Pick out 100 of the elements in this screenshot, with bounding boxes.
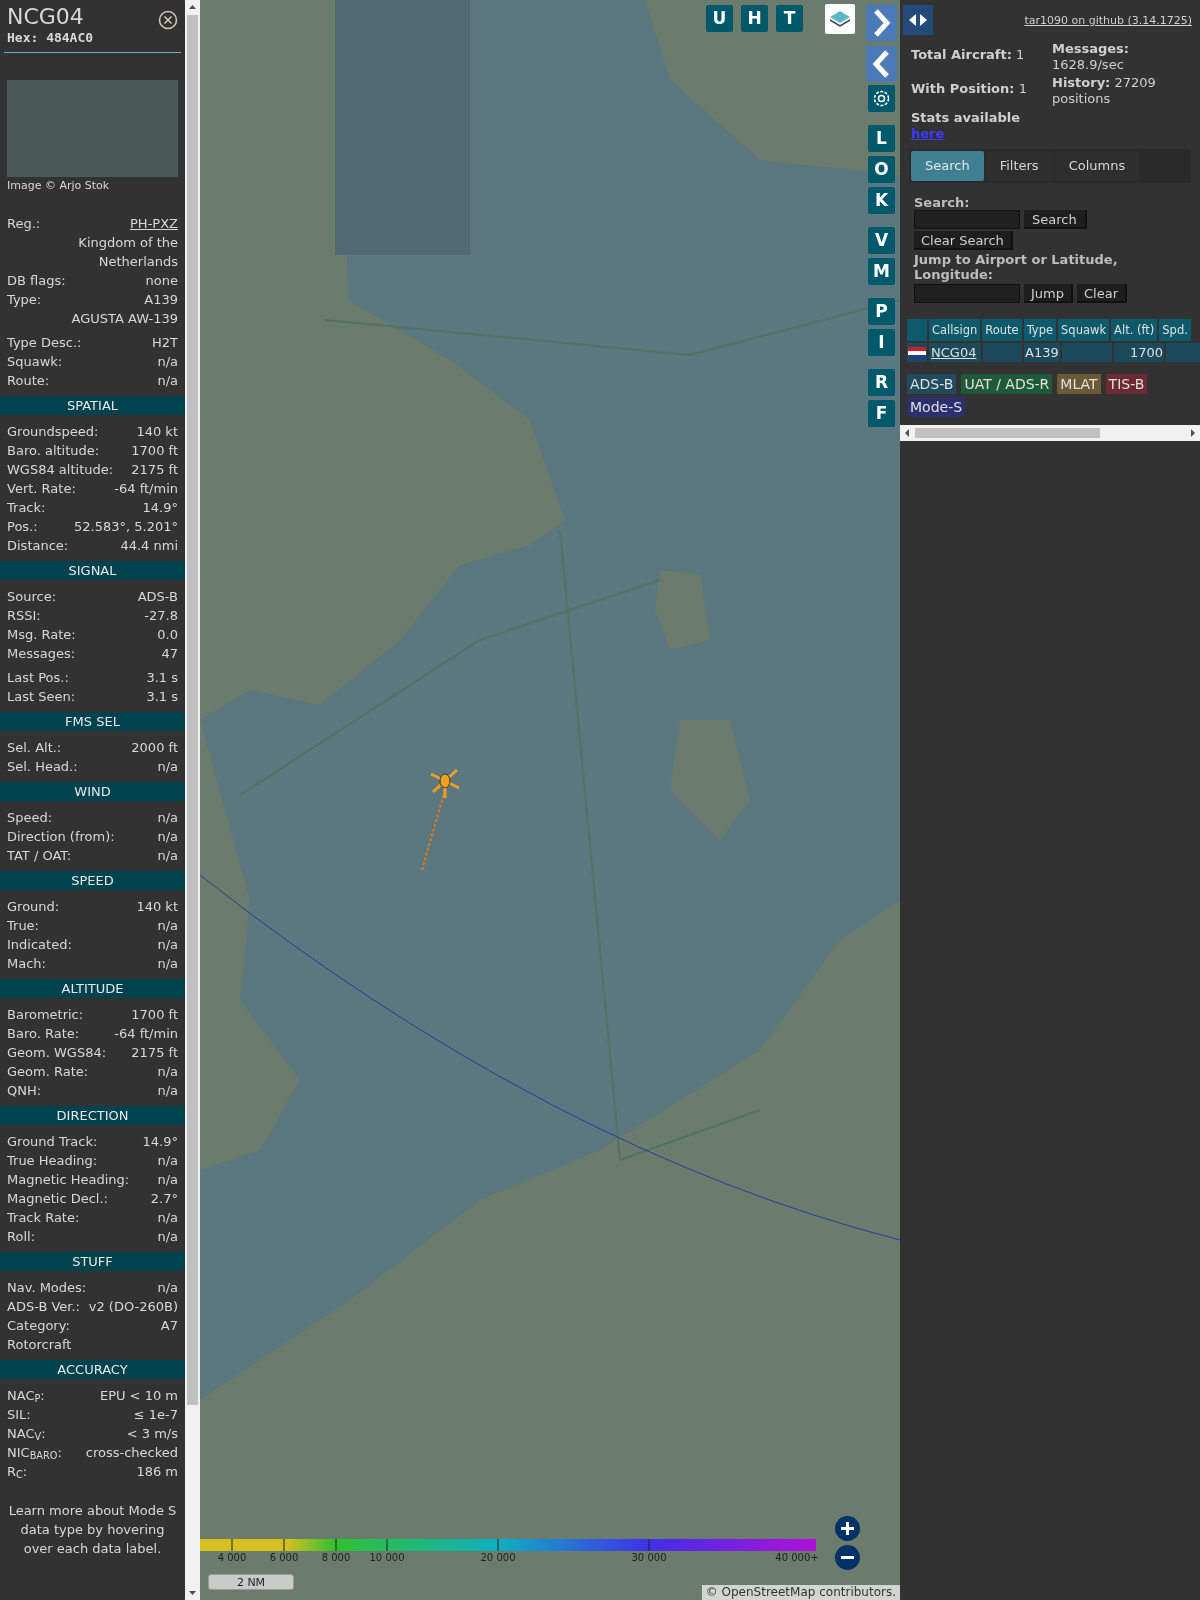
map-toggle-button[interactable]: V (868, 227, 895, 254)
map-toggle-button[interactable]: F (868, 400, 895, 427)
scrollbar[interactable] (185, 0, 200, 1600)
tab[interactable]: Search (911, 151, 984, 181)
callsign-link[interactable]: NCG04 (929, 343, 981, 362)
horizontal-scrollbar[interactable] (900, 425, 1200, 441)
panel-toggle-icon[interactable] (903, 5, 933, 35)
flag-icon (908, 346, 926, 359)
column-header[interactable]: Callsign (929, 319, 981, 341)
chevron-right-icon[interactable] (866, 5, 897, 41)
field-value: 47 (161, 645, 178, 663)
layers-icon[interactable] (825, 4, 855, 34)
field-value: 140 kt (136, 898, 178, 916)
map-toggle-button[interactable]: H (741, 5, 768, 32)
jump-button[interactable]: Jump (1024, 284, 1073, 303)
map-toggle-button[interactable]: K (868, 187, 895, 214)
field-value: n/a (157, 917, 178, 935)
column-header[interactable]: Type (1023, 319, 1057, 341)
image-credit: Image © Arjo Stok (6, 178, 111, 194)
chevron-left-icon[interactable] (866, 46, 897, 82)
field-value: n/a (157, 1082, 178, 1100)
map-toggle-button[interactable]: I (868, 329, 895, 356)
field-value: 14.9° (142, 1133, 178, 1151)
altitude-scale-label: 40 000+ (775, 1552, 819, 1564)
field-value: H2T (152, 334, 178, 352)
search-button[interactable]: Search (1024, 210, 1087, 229)
map-toggle-button[interactable]: O (868, 156, 895, 183)
field-label: Indicated: (7, 936, 72, 954)
close-icon[interactable] (158, 10, 178, 30)
field-value: -27.8 (144, 607, 178, 625)
field-label: Mach: (7, 955, 46, 973)
field-label: ADS-B Ver.: (7, 1298, 80, 1316)
altitude-scale-label: 4 000 (217, 1552, 247, 1564)
map-toggle-button[interactable]: R (868, 369, 895, 396)
field-label: TAT / OAT: (7, 847, 72, 865)
field-label: Geom. WGS84: (7, 1044, 107, 1062)
field-label: Last Seen: (7, 688, 76, 706)
field-label: RSSI: (7, 607, 41, 625)
field-value: 1700 ft (131, 1006, 178, 1024)
map-toggle-button[interactable]: T (776, 5, 803, 32)
field-value: 14.9° (142, 499, 178, 517)
column-header[interactable]: Alt. (ft) (1111, 319, 1158, 341)
map-toggle-button[interactable]: M (868, 258, 895, 285)
field-value: n/a (157, 809, 178, 827)
field-label: Vert. Rate: (7, 480, 76, 498)
clear-search-button[interactable]: Clear Search (914, 231, 1013, 250)
github-link[interactable]: tar1090 on github (3.14.1725) (1024, 14, 1192, 28)
registration-link[interactable]: PH-PXZ (130, 214, 178, 233)
jump-input[interactable] (914, 284, 1020, 303)
table-cell: A139 (1024, 343, 1060, 362)
altitude-scale-label: 8 000 (321, 1552, 351, 1564)
map-toggle-button[interactable]: L (868, 125, 895, 152)
field-label: DB flags: (7, 272, 66, 290)
field-value: n/a (157, 372, 178, 390)
field-label: Last Pos.: (7, 669, 69, 687)
map-toggle-button[interactable]: P (868, 298, 895, 325)
field-label: Baro. Rate: (7, 1025, 80, 1043)
table-header-cell (907, 319, 927, 341)
field-value: 2175 ft (131, 1044, 178, 1062)
field-value: cross-checked (85, 1444, 178, 1462)
field-value: A7 (160, 1317, 178, 1335)
section-header: SPATIAL (0, 396, 185, 415)
field-value: 2175 ft (131, 461, 178, 479)
stat-text: Total Aircraft: 1 (911, 47, 1026, 63)
section-header: SPEED (0, 871, 185, 890)
settings-icon[interactable] (868, 85, 895, 112)
table-cell (1166, 343, 1200, 362)
field-label: Distance: (7, 537, 69, 555)
field-label: Barometric: (7, 1006, 84, 1024)
tab[interactable]: Filters (985, 151, 1053, 181)
field-value: n/a (157, 1152, 178, 1170)
map-toggle-button[interactable]: U (706, 5, 733, 32)
section-header: STUFF (0, 1252, 185, 1271)
legend-tag: TIS-B (1105, 374, 1148, 394)
tab[interactable]: Columns (1054, 151, 1140, 181)
jump-button[interactable]: Clear (1077, 284, 1127, 303)
field-value: 140 kt (136, 423, 178, 441)
section-header: ALTITUDE (0, 979, 185, 998)
map-attribution[interactable]: © OpenStreetMap contributors. (701, 1585, 900, 1600)
field-value: 1700 ft (131, 442, 178, 460)
column-header[interactable]: Route (982, 319, 1022, 341)
field-value: 186 m (136, 1463, 178, 1481)
column-header[interactable]: Squawk (1058, 319, 1110, 341)
field-value: 44.4 nmi (120, 537, 178, 555)
field-value: AGUSTA AW-139 (71, 310, 178, 328)
field-value: ADS-B (137, 588, 178, 606)
altitude-scale-label: 6 000 (269, 1552, 299, 1564)
field-label: NIC$_{BARO}$: (7, 1444, 62, 1462)
column-header[interactable]: Spd. (1159, 319, 1191, 341)
stat-text: History: 27209 positions (1052, 75, 1157, 107)
altitude-scale-label: 10 000 (369, 1552, 405, 1564)
field-label: Route: (7, 372, 50, 390)
search-input[interactable] (914, 210, 1020, 229)
field-label: Source: (7, 588, 57, 606)
field-value: n/a (157, 353, 178, 371)
field-label: True: (7, 917, 39, 935)
table-cell: 1700 (1114, 343, 1164, 362)
field-label: Sel. Alt.: (7, 739, 62, 757)
field-value: n/a (157, 847, 178, 865)
field-value: n/a (157, 1209, 178, 1227)
